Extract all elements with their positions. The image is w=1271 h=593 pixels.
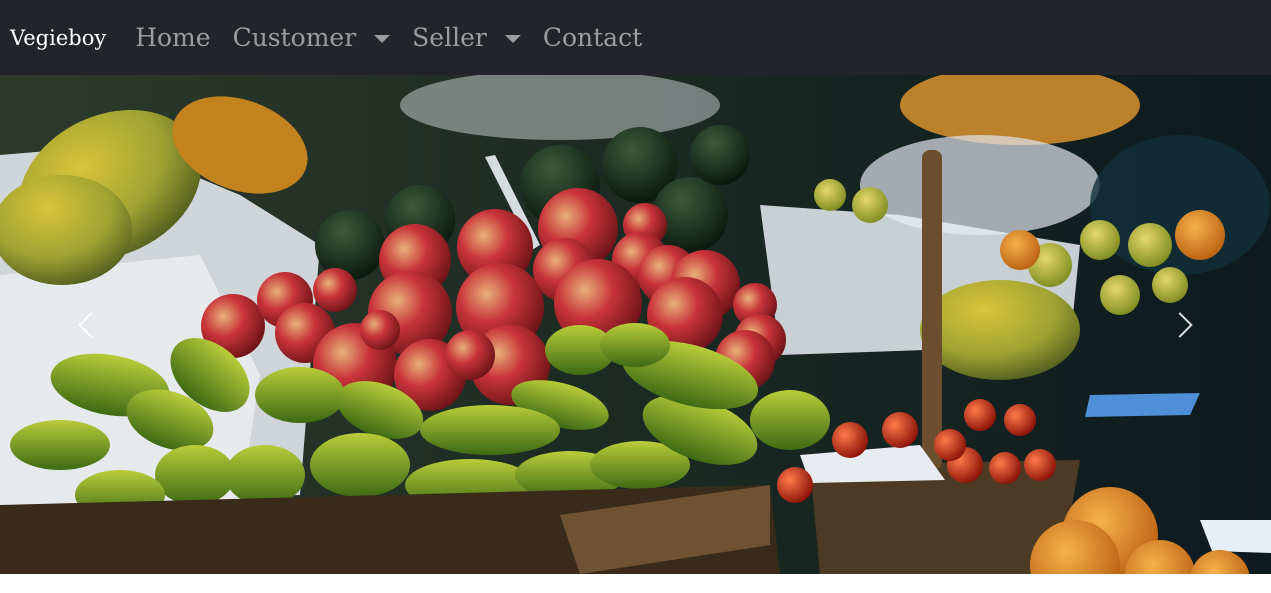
carousel-prev-button[interactable] (0, 75, 182, 574)
hero-carousel (0, 75, 1271, 574)
chevron-left-icon (78, 311, 104, 338)
nav-seller-label: Seller (412, 23, 487, 52)
nav-contact-link[interactable]: Contact (532, 23, 653, 52)
nav-contact-label: Contact (542, 23, 643, 52)
fruit-market-image (0, 75, 1271, 574)
nav-customer-label: Customer (232, 23, 357, 52)
caret-down-icon (374, 34, 391, 43)
carousel-next-button[interactable] (1089, 75, 1271, 574)
navbar: Vegieboy Home Customer Seller Contact (0, 0, 1271, 75)
nav-customer-dropdown[interactable]: Customer (222, 23, 402, 52)
nav-home-label: Home (135, 23, 211, 52)
nav-seller-dropdown[interactable]: Seller (401, 23, 532, 52)
brand-link[interactable]: Vegieboy (10, 26, 106, 50)
nav-home-link[interactable]: Home (124, 23, 221, 52)
caret-down-icon (504, 34, 521, 43)
chevron-right-icon (1167, 311, 1193, 338)
